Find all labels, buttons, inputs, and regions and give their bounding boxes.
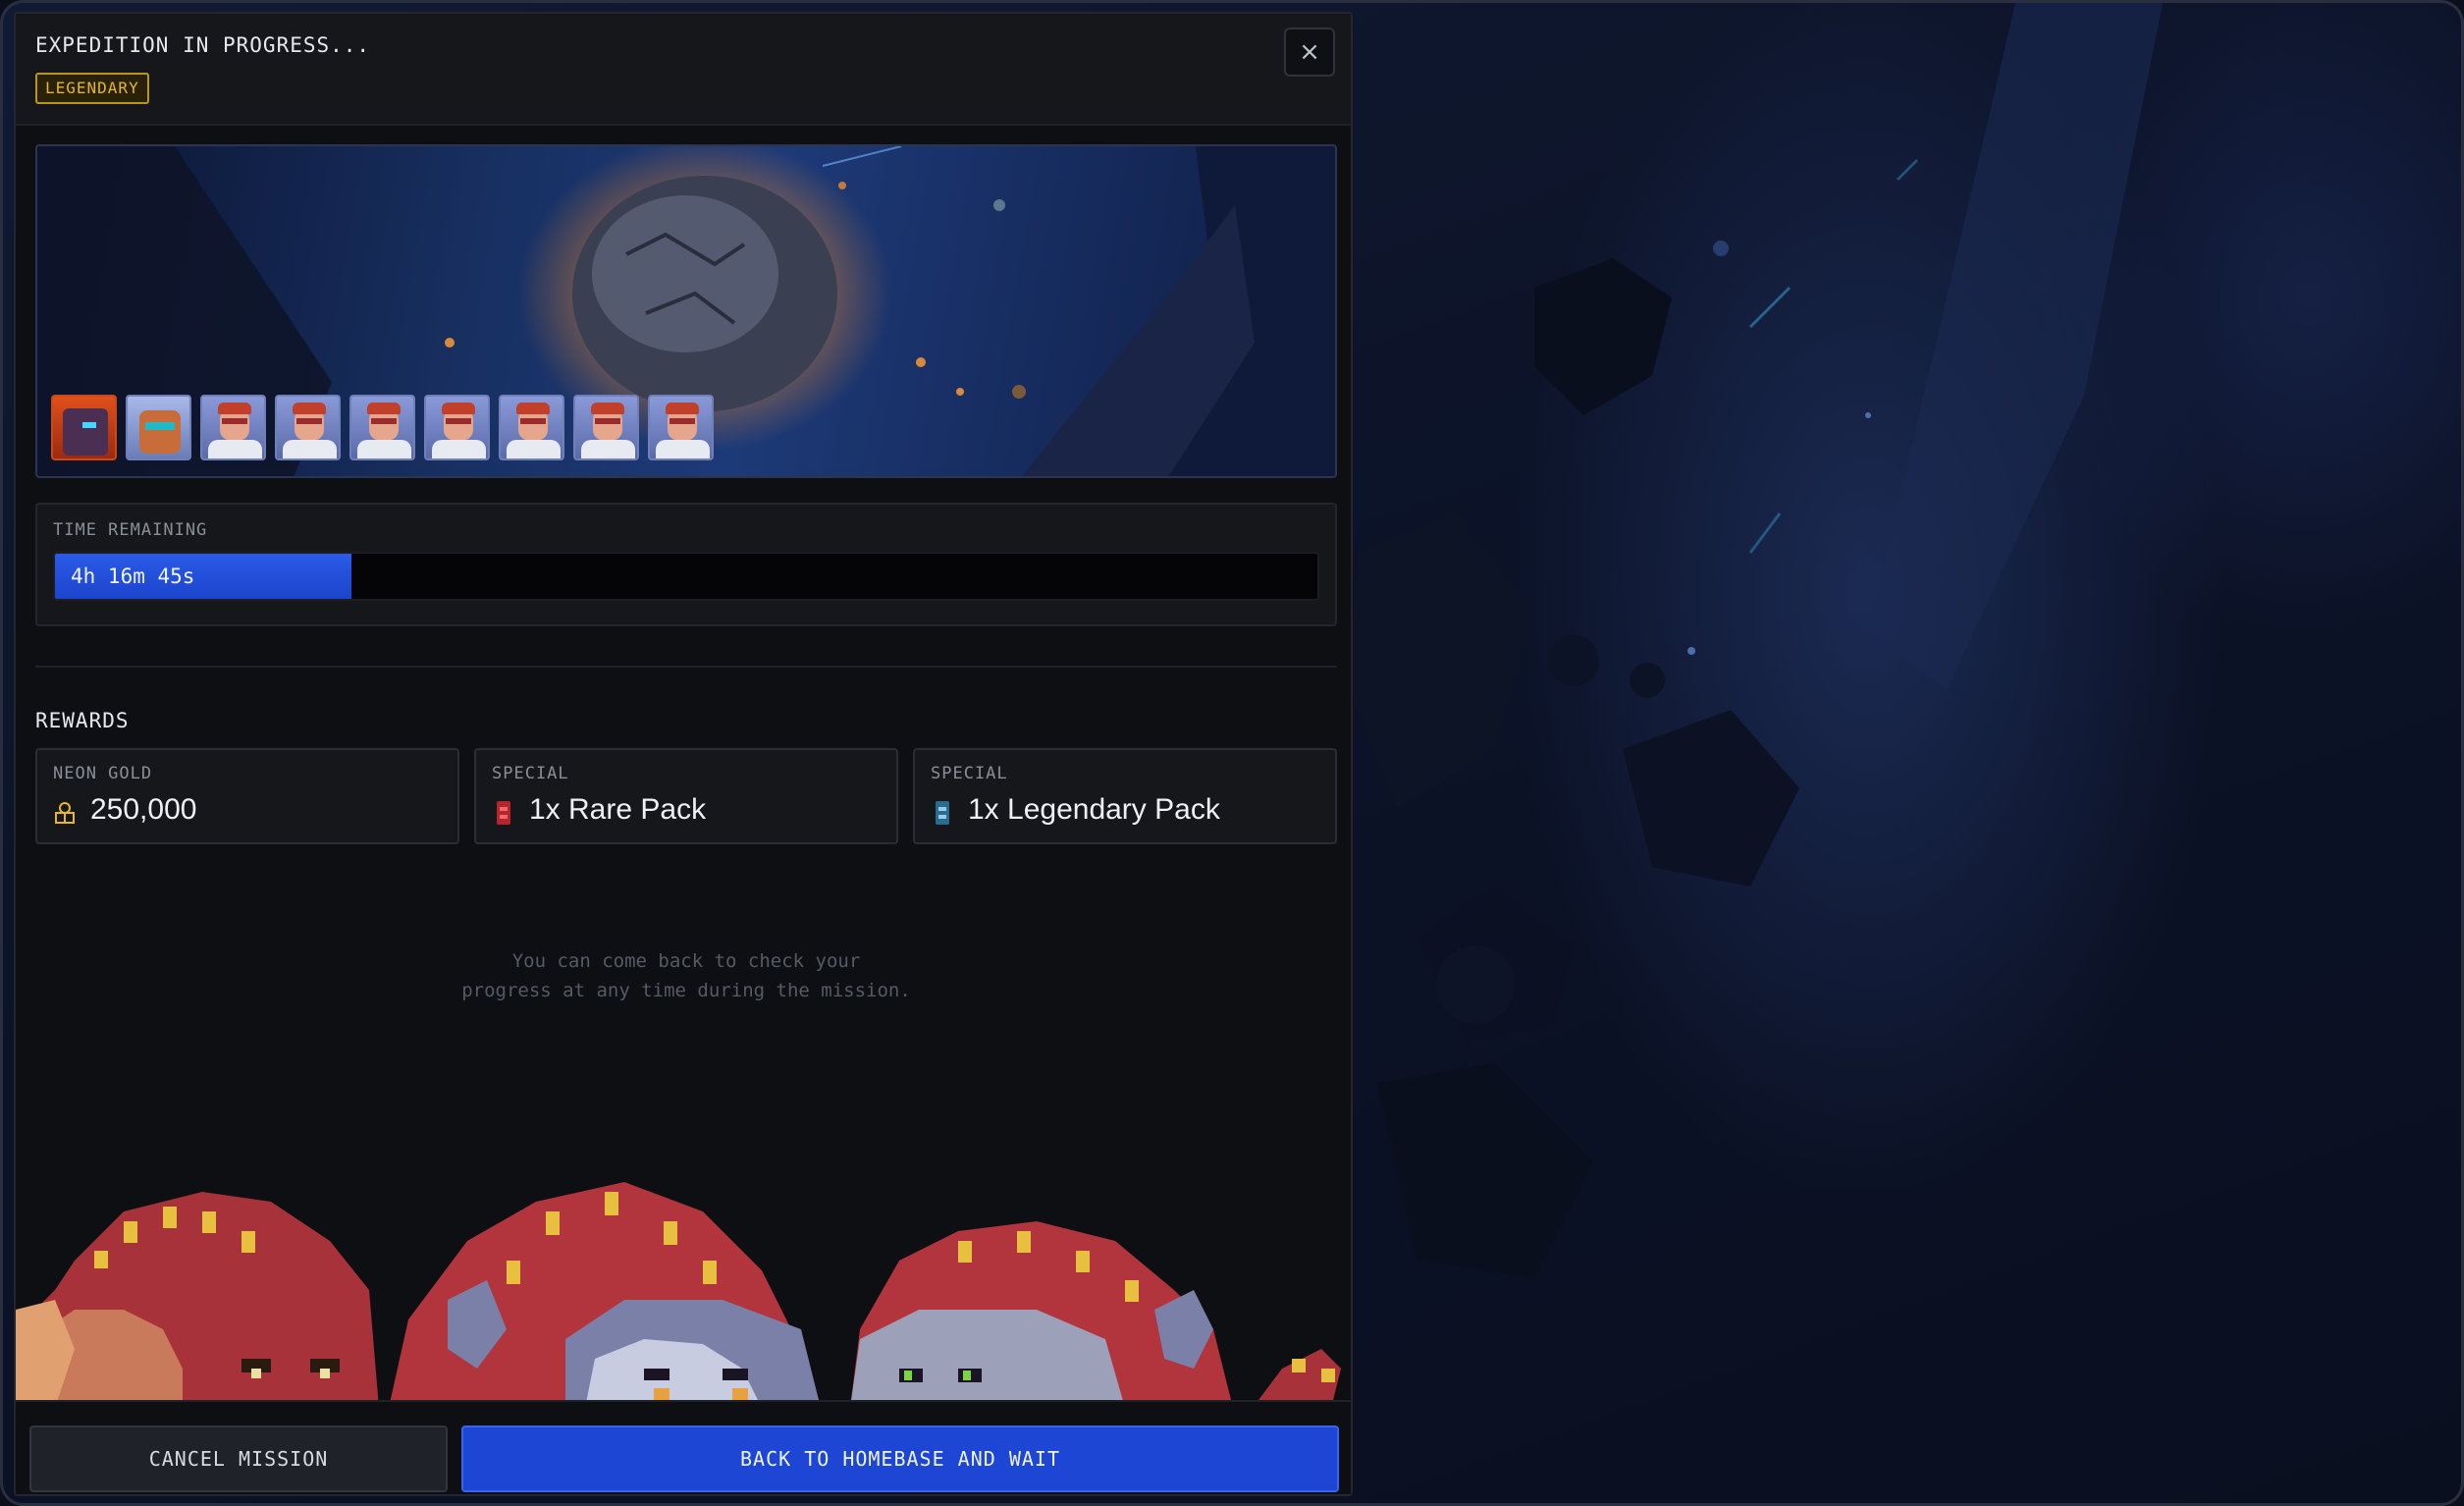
- mission-banner: [35, 144, 1337, 478]
- back-to-homebase-button[interactable]: BACK TO HOMEBASE AND WAIT: [461, 1425, 1339, 1492]
- rarity-badge: LEGENDARY: [35, 73, 149, 104]
- reward-card-rare-pack: SPECIAL 1x Rare Pack: [474, 748, 898, 844]
- reward-value: 1x Rare Pack: [529, 793, 707, 826]
- time-remaining-value: 4h 16m 45s: [71, 565, 195, 588]
- crew-member-creature[interactable]: [51, 395, 117, 460]
- close-icon: ×: [1299, 37, 1320, 67]
- gold-coins-icon: [55, 802, 75, 824]
- reward-value: 1x Legendary Pack: [968, 793, 1220, 826]
- reward-type: SPECIAL: [931, 764, 1008, 783]
- crew-member-pilot[interactable]: [573, 395, 639, 460]
- modal-header: EXPEDITION IN PROGRESS... LEGENDARY ×: [16, 14, 1351, 126]
- reward-type: SPECIAL: [492, 764, 569, 783]
- rewards-heading: REWARDS: [35, 709, 130, 732]
- crew-member-pilot[interactable]: [648, 395, 714, 460]
- section-divider: [35, 666, 1337, 668]
- mission-progress-bar: 4h 16m 45s: [53, 552, 1319, 601]
- crew-roster: [51, 395, 714, 460]
- time-remaining-card: TIME REMAINING 4h 16m 45s: [35, 503, 1337, 626]
- close-button[interactable]: ×: [1284, 27, 1335, 77]
- time-remaining-label: TIME REMAINING: [53, 520, 208, 540]
- pixel-monsters-illustration: [16, 1182, 1341, 1408]
- crew-member-pilot[interactable]: [424, 395, 490, 460]
- cancel-mission-button[interactable]: CANCEL MISSION: [29, 1425, 448, 1492]
- hint-line: progress at any time during the mission.: [461, 980, 911, 1001]
- reward-card-legendary-pack: SPECIAL 1x Legendary Pack: [913, 748, 1337, 844]
- modal-footer: CANCEL MISSION BACK TO HOMEBASE AND WAIT: [16, 1400, 1351, 1494]
- legendary-pack-icon: [936, 801, 949, 825]
- rare-pack-icon: [497, 801, 510, 825]
- modal-title: EXPEDITION IN PROGRESS...: [35, 33, 371, 57]
- reward-type: NEON GOLD: [53, 764, 153, 783]
- expedition-modal: EXPEDITION IN PROGRESS... LEGENDARY × TI…: [14, 12, 1353, 1496]
- progress-hint: You can come back to check your progress…: [35, 946, 1337, 1005]
- hint-line: You can come back to check your: [511, 950, 861, 972]
- crew-member-fox[interactable]: [126, 395, 191, 460]
- crew-member-pilot[interactable]: [499, 395, 564, 460]
- crew-member-pilot[interactable]: [200, 395, 266, 460]
- crew-member-pilot[interactable]: [349, 395, 415, 460]
- reward-value: 250,000: [90, 793, 197, 826]
- reward-card-gold: NEON GOLD 250,000: [35, 748, 459, 844]
- crew-member-pilot[interactable]: [275, 395, 341, 460]
